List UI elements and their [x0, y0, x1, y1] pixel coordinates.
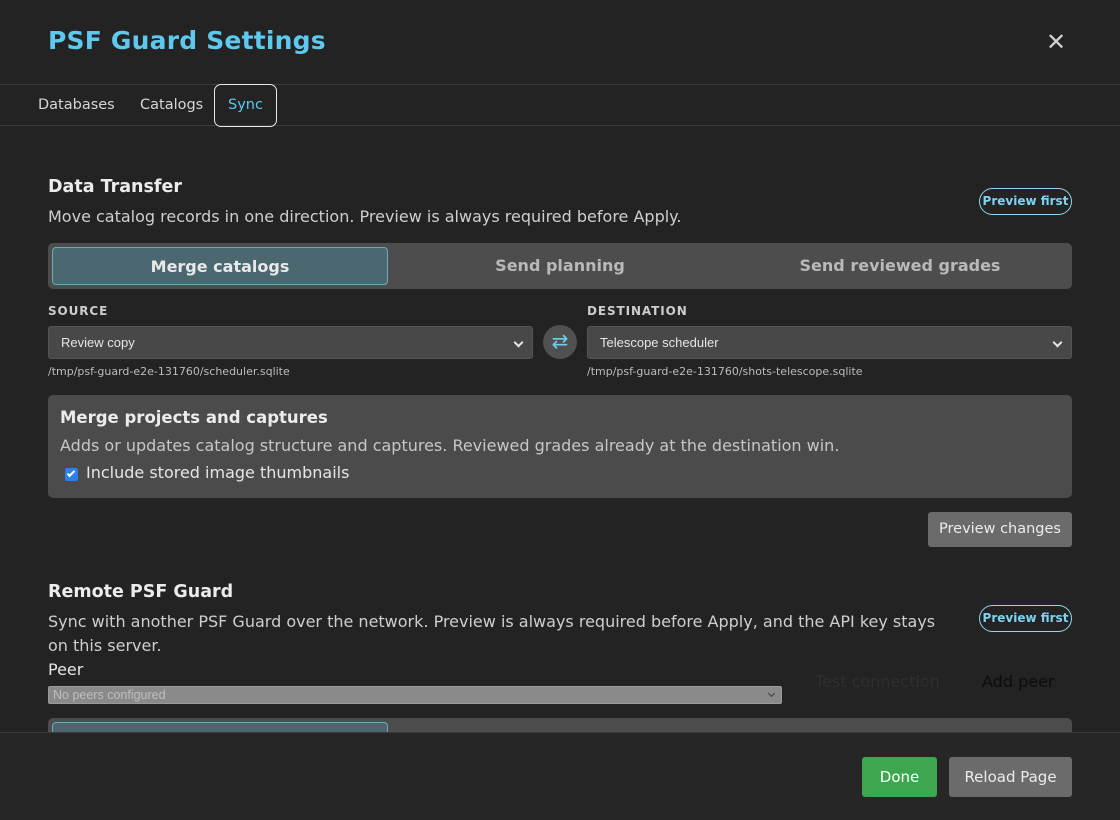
- include-thumbnails-checkbox[interactable]: [65, 468, 78, 481]
- peer-select-value: No peers configured: [53, 688, 166, 702]
- done-button[interactable]: Done: [862, 757, 937, 797]
- peer-select[interactable]: No peers configured: [48, 686, 782, 704]
- destination-label: DESTINATION: [587, 304, 688, 318]
- source-label: SOURCE: [48, 304, 109, 318]
- mode-send-reviewed-grades[interactable]: Send reviewed grades: [732, 247, 1068, 285]
- test-connection-button[interactable]: Test connection: [815, 672, 940, 691]
- tab-sync[interactable]: Sync: [214, 84, 277, 127]
- dialog-title: PSF Guard Settings: [48, 26, 326, 55]
- source-select[interactable]: Review copy: [48, 326, 533, 359]
- tab-databases[interactable]: Databases: [38, 85, 115, 126]
- preview-first-badge[interactable]: Preview first: [979, 188, 1072, 215]
- mode-merge-catalogs[interactable]: Merge catalogs: [52, 247, 388, 285]
- source-select-value: Review copy: [61, 335, 135, 350]
- merge-card-title: Merge projects and captures: [60, 408, 328, 427]
- remote-title: Remote PSF Guard: [48, 582, 234, 602]
- checkmark-icon: [66, 468, 76, 478]
- remote-preview-first-badge[interactable]: Preview first: [979, 605, 1072, 632]
- merge-options-card: Merge projects and captures Adds or upda…: [48, 395, 1072, 498]
- remote-mode-selector: [48, 718, 1072, 732]
- sync-panel: Data Transfer Preview first Move catalog…: [0, 126, 1120, 732]
- data-transfer-description: Move catalog records in one direction. P…: [48, 207, 682, 226]
- source-path: /tmp/psf-guard-e2e-131760/scheduler.sqli…: [48, 365, 290, 378]
- merge-card-description: Adds or updates catalog structure and ca…: [60, 436, 840, 455]
- destination-path: /tmp/psf-guard-e2e-131760/shots-telescop…: [587, 365, 863, 378]
- dialog-footer: Done Reload Page: [0, 732, 1120, 820]
- data-transfer-title: Data Transfer: [48, 177, 183, 197]
- include-thumbnails-label[interactable]: Include stored image thumbnails: [86, 463, 349, 482]
- transfer-mode-selector: Merge catalogs Send planning Send review…: [48, 243, 1072, 289]
- tab-bar: Databases Catalogs Sync: [0, 84, 1120, 127]
- destination-select-value: Telescope scheduler: [600, 335, 719, 350]
- tab-catalogs[interactable]: Catalogs: [140, 85, 203, 126]
- dialog-header: PSF Guard Settings ✕: [0, 0, 1120, 85]
- add-peer-button[interactable]: Add peer: [982, 672, 1054, 691]
- remote-mode-active[interactable]: [52, 722, 388, 732]
- peer-label: Peer: [48, 660, 84, 679]
- chevron-down-icon: [767, 689, 776, 698]
- chevron-down-icon: [513, 337, 524, 348]
- mode-send-planning[interactable]: Send planning: [392, 247, 728, 285]
- remote-description: Sync with another PSF Guard over the net…: [48, 612, 936, 655]
- chevron-down-icon: [1052, 337, 1063, 348]
- swap-arrows-icon[interactable]: ⇄: [543, 325, 577, 359]
- preview-changes-button[interactable]: Preview changes: [928, 512, 1072, 547]
- destination-select[interactable]: Telescope scheduler: [587, 326, 1072, 359]
- reload-page-button[interactable]: Reload Page: [949, 757, 1072, 797]
- close-icon[interactable]: ✕: [1044, 28, 1068, 56]
